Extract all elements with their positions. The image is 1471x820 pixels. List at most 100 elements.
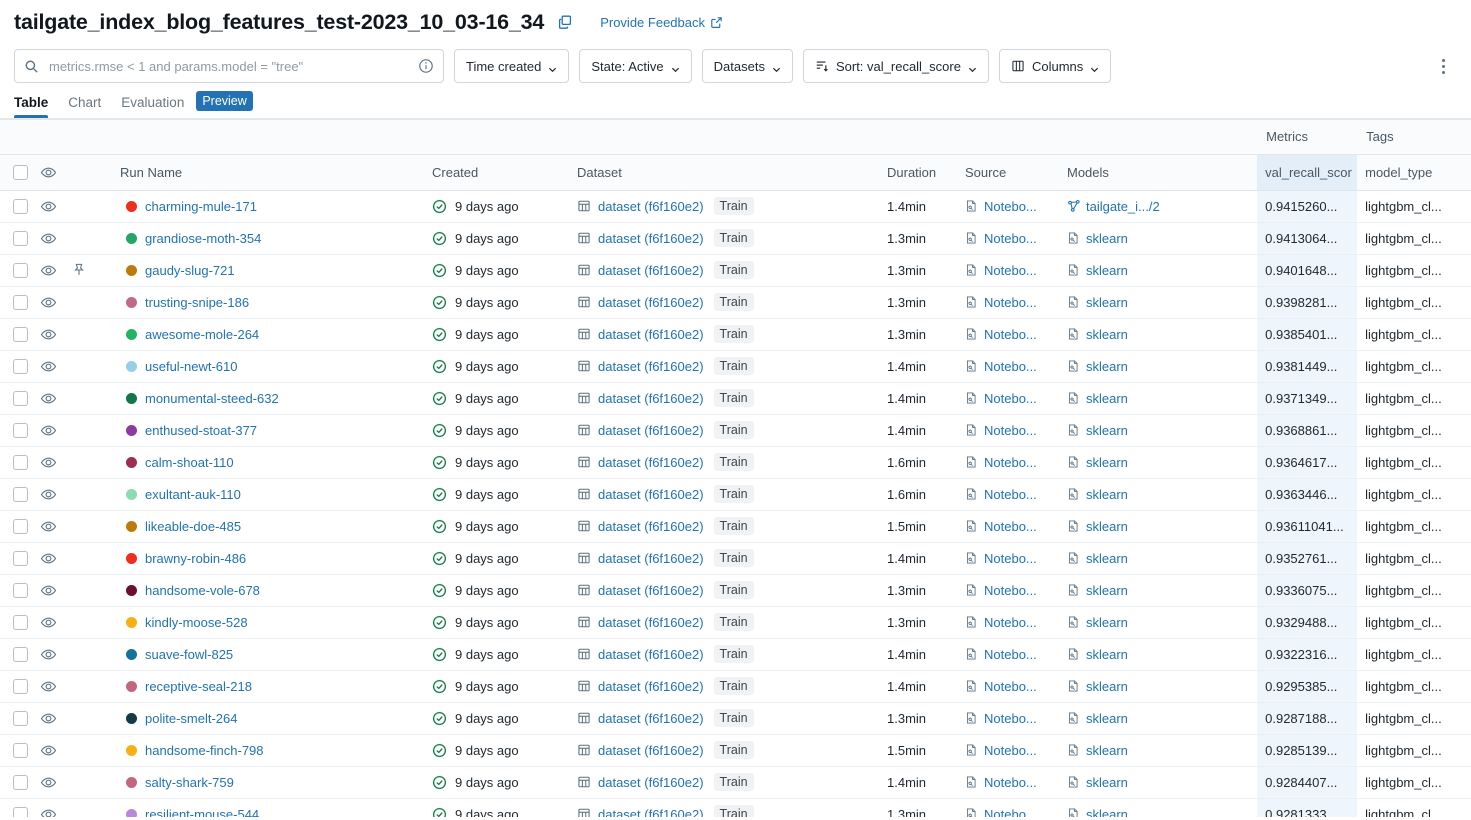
row-select-cell[interactable] bbox=[0, 638, 32, 670]
row-visibility-cell[interactable] bbox=[32, 574, 64, 606]
row-select-cell[interactable] bbox=[0, 382, 32, 414]
run-name-link[interactable]: monumental-steed-632 bbox=[145, 391, 279, 406]
run-name-link[interactable]: grandiose-moth-354 bbox=[145, 231, 261, 246]
row-select-cell[interactable] bbox=[0, 766, 32, 798]
table-row[interactable]: monumental-steed-6329 days agodataset (f… bbox=[0, 382, 1471, 414]
row-visibility-cell[interactable] bbox=[32, 734, 64, 766]
dataset-link[interactable]: dataset (f6f160e2) bbox=[598, 455, 704, 470]
dataset-link[interactable]: dataset (f6f160e2) bbox=[598, 775, 704, 790]
row-select-cell[interactable] bbox=[0, 286, 32, 318]
run-name-cell[interactable]: salty-shark-759 bbox=[112, 766, 424, 798]
model-link[interactable]: sklearn bbox=[1086, 487, 1128, 502]
table-row[interactable]: receptive-seal-2189 days agodataset (f6f… bbox=[0, 670, 1471, 702]
model-link[interactable]: sklearn bbox=[1086, 519, 1128, 534]
source-link[interactable]: Notebo... bbox=[984, 519, 1037, 534]
row-checkbox[interactable] bbox=[13, 263, 28, 278]
run-name-link[interactable]: awesome-mole-264 bbox=[145, 327, 259, 342]
model-link[interactable]: sklearn bbox=[1086, 583, 1128, 598]
eye-icon[interactable] bbox=[40, 198, 57, 215]
source-cell[interactable]: Notebo... bbox=[957, 350, 1059, 382]
col-val-recall-score[interactable]: val_recall_scor bbox=[1257, 154, 1357, 190]
eye-icon[interactable] bbox=[40, 518, 57, 535]
row-visibility-cell[interactable] bbox=[32, 190, 64, 222]
dataset-link[interactable]: dataset (f6f160e2) bbox=[598, 583, 704, 598]
source-cell[interactable]: Notebo... bbox=[957, 574, 1059, 606]
source-cell[interactable]: Notebo... bbox=[957, 734, 1059, 766]
table-row[interactable]: handsome-finch-7989 days agodataset (f6f… bbox=[0, 734, 1471, 766]
eye-icon[interactable] bbox=[40, 678, 57, 695]
table-row[interactable]: salty-shark-7599 days agodataset (f6f160… bbox=[0, 766, 1471, 798]
col-models[interactable]: Models bbox=[1059, 154, 1257, 190]
copy-icon[interactable] bbox=[556, 13, 574, 31]
table-row[interactable]: kindly-moose-5289 days agodataset (f6f16… bbox=[0, 606, 1471, 638]
eye-icon[interactable] bbox=[40, 262, 57, 279]
models-cell[interactable]: sklearn bbox=[1059, 734, 1257, 766]
dataset-link[interactable]: dataset (f6f160e2) bbox=[598, 551, 704, 566]
more-options-icon[interactable] bbox=[1431, 52, 1455, 80]
row-checkbox[interactable] bbox=[13, 359, 28, 374]
source-link[interactable]: Notebo... bbox=[984, 487, 1037, 502]
source-link[interactable]: Notebo... bbox=[984, 775, 1037, 790]
select-all-header[interactable] bbox=[0, 154, 32, 190]
row-checkbox[interactable] bbox=[13, 391, 28, 406]
source-link[interactable]: Notebo... bbox=[984, 327, 1037, 342]
source-cell[interactable]: Notebo... bbox=[957, 318, 1059, 350]
models-cell[interactable]: sklearn bbox=[1059, 766, 1257, 798]
row-select-cell[interactable] bbox=[0, 446, 32, 478]
row-visibility-cell[interactable] bbox=[32, 798, 64, 817]
source-cell[interactable]: Notebo... bbox=[957, 510, 1059, 542]
eye-icon[interactable] bbox=[40, 806, 57, 818]
col-model-type[interactable]: model_type bbox=[1357, 154, 1471, 190]
row-checkbox[interactable] bbox=[13, 583, 28, 598]
models-cell[interactable]: sklearn bbox=[1059, 382, 1257, 414]
col-run-name[interactable]: Run Name bbox=[112, 154, 424, 190]
run-name-cell[interactable]: useful-newt-610 bbox=[112, 350, 424, 382]
row-visibility-cell[interactable] bbox=[32, 702, 64, 734]
dataset-link[interactable]: dataset (f6f160e2) bbox=[598, 807, 704, 818]
run-name-link[interactable]: calm-shoat-110 bbox=[145, 455, 234, 470]
run-name-cell[interactable]: monumental-steed-632 bbox=[112, 382, 424, 414]
source-link[interactable]: Notebo... bbox=[984, 679, 1037, 694]
row-checkbox[interactable] bbox=[13, 647, 28, 662]
model-link[interactable]: sklearn bbox=[1086, 711, 1128, 726]
model-link[interactable]: sklearn bbox=[1086, 615, 1128, 630]
run-name-link[interactable]: kindly-moose-528 bbox=[145, 615, 248, 630]
row-checkbox[interactable] bbox=[13, 231, 28, 246]
source-cell[interactable]: Notebo... bbox=[957, 414, 1059, 446]
source-link[interactable]: Notebo... bbox=[984, 263, 1037, 278]
source-cell[interactable]: Notebo... bbox=[957, 702, 1059, 734]
models-cell[interactable]: sklearn bbox=[1059, 638, 1257, 670]
run-name-cell[interactable]: brawny-robin-486 bbox=[112, 542, 424, 574]
row-pin-cell[interactable] bbox=[64, 542, 112, 574]
eye-icon[interactable] bbox=[40, 390, 57, 407]
row-pin-cell[interactable] bbox=[64, 638, 112, 670]
model-link[interactable]: sklearn bbox=[1086, 423, 1128, 438]
source-cell[interactable]: Notebo... bbox=[957, 382, 1059, 414]
source-link[interactable]: Notebo... bbox=[984, 231, 1037, 246]
dataset-link[interactable]: dataset (f6f160e2) bbox=[598, 743, 704, 758]
row-visibility-cell[interactable] bbox=[32, 606, 64, 638]
run-name-cell[interactable]: enthused-stoat-377 bbox=[112, 414, 424, 446]
model-link[interactable]: sklearn bbox=[1086, 775, 1128, 790]
run-name-cell[interactable]: grandiose-moth-354 bbox=[112, 222, 424, 254]
tab-table[interactable]: Table bbox=[14, 95, 58, 118]
row-pin-cell[interactable] bbox=[64, 510, 112, 542]
eye-icon[interactable] bbox=[40, 422, 57, 439]
row-checkbox[interactable] bbox=[13, 551, 28, 566]
eye-icon[interactable] bbox=[40, 358, 57, 375]
dataset-link[interactable]: dataset (f6f160e2) bbox=[598, 679, 704, 694]
dataset-cell[interactable]: dataset (f6f160e2)Train bbox=[569, 382, 879, 414]
row-select-cell[interactable] bbox=[0, 734, 32, 766]
model-link[interactable]: sklearn bbox=[1086, 455, 1128, 470]
time-created-filter[interactable]: Time created bbox=[454, 49, 569, 83]
col-created[interactable]: Created bbox=[424, 154, 569, 190]
source-cell[interactable]: Notebo... bbox=[957, 542, 1059, 574]
source-cell[interactable]: Notebo... bbox=[957, 606, 1059, 638]
row-visibility-cell[interactable] bbox=[32, 638, 64, 670]
eye-icon[interactable] bbox=[40, 742, 57, 759]
source-link[interactable]: Notebo... bbox=[984, 615, 1037, 630]
runs-table-container[interactable]: Metrics Tags bbox=[0, 119, 1471, 817]
model-link[interactable]: sklearn bbox=[1086, 391, 1128, 406]
pin-icon[interactable] bbox=[72, 262, 86, 278]
dataset-cell[interactable]: dataset (f6f160e2)Train bbox=[569, 286, 879, 318]
